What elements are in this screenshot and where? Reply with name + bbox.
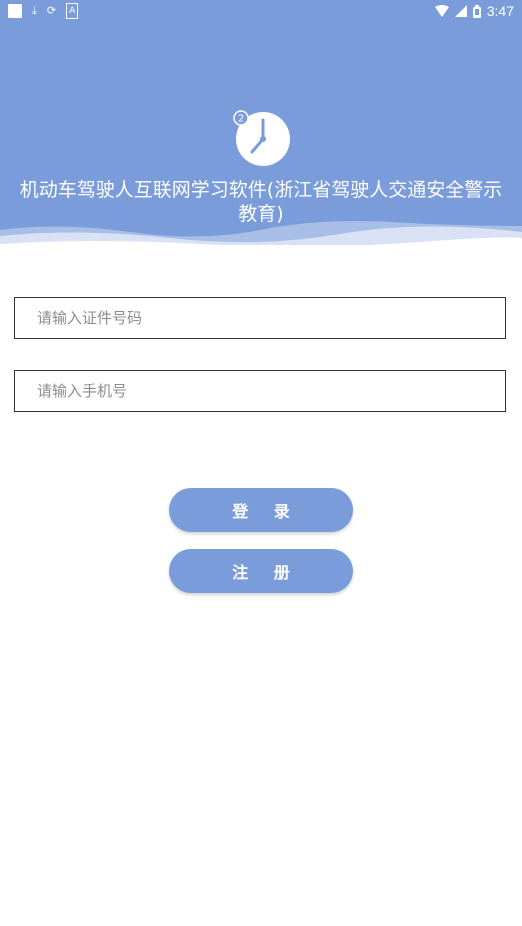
header-banner: ⤓ ⟳ A 3:47 2 机动车驾驶人互联网学习软件(浙江省驾驶人交通安全警示教… [0, 0, 522, 245]
notification-square-icon [8, 4, 22, 18]
clock-badge: 2 [238, 114, 244, 125]
id-number-field[interactable] [14, 297, 506, 339]
register-button[interactable]: 注 册 [169, 549, 353, 593]
download-icon: ⤓ [32, 4, 37, 17]
login-button[interactable]: 登 录 [169, 488, 353, 532]
wifi-icon [434, 5, 449, 17]
status-bar-right: 3:47 [434, 3, 514, 19]
status-time: 3:47 [486, 3, 514, 19]
id-number-input[interactable] [15, 298, 505, 338]
a-icon: A [66, 3, 79, 19]
status-bar-left: ⤓ ⟳ A [8, 3, 79, 19]
phone-field[interactable] [14, 370, 506, 412]
wave-decoration [0, 221, 522, 245]
signal-icon [454, 5, 467, 17]
battery-icon [472, 4, 481, 18]
clock-icon: 2 [233, 110, 290, 166]
phone-input[interactable] [15, 371, 505, 411]
sync-icon: ⟳ [46, 4, 57, 17]
status-bar: ⤓ ⟳ A 3:47 [0, 0, 522, 24]
